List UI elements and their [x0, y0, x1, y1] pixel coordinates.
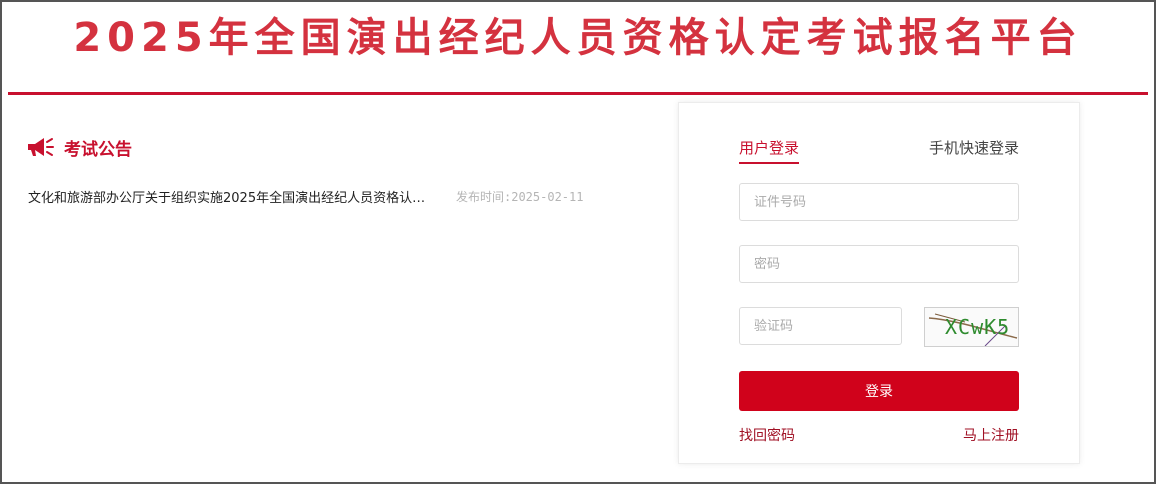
register-link[interactable]: 马上注册: [963, 425, 1019, 445]
tab-user-login[interactable]: 用户登录: [739, 137, 800, 164]
megaphone-icon: [28, 138, 54, 156]
notice-link[interactable]: 文化和旅游部办公厅关于组织实施2025年全国演出经纪人员资格认…: [28, 187, 446, 206]
id-number-input[interactable]: [739, 183, 1019, 221]
tab-phone-login[interactable]: 手机快速登录: [929, 137, 1019, 158]
page-frame: 2025年全国演出经纪人员资格认定考试报名平台 考试公告 文化和旅游部办公厅关于…: [0, 0, 1156, 484]
login-panel: 用户登录 手机快速登录 XCwK5 登录 找回密码 马上注册: [678, 102, 1080, 464]
notice-section-title: 考试公告: [64, 139, 132, 160]
forgot-password-link[interactable]: 找回密码: [739, 425, 795, 445]
captcha-input[interactable]: [739, 307, 902, 345]
notice-header: 考试公告: [26, 134, 132, 160]
captcha-code: XCwK5: [945, 315, 1011, 339]
header-divider: [8, 92, 1148, 95]
notice-list-item: 文化和旅游部办公厅关于组织实施2025年全国演出经纪人员资格认… 发布时间:20…: [28, 186, 583, 206]
notice-date: 发布时间:2025-02-11: [456, 189, 584, 204]
captcha-image[interactable]: XCwK5: [924, 307, 1019, 347]
password-input[interactable]: [739, 245, 1019, 283]
login-button[interactable]: 登录: [739, 371, 1019, 411]
page-title: 2025年全国演出经纪人员资格认定考试报名平台: [73, 15, 1083, 61]
